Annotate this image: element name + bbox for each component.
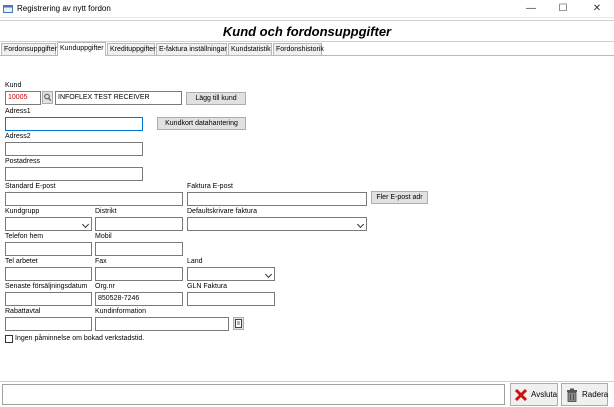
tab-kundstatistik[interactable]: Kundstatistik xyxy=(228,43,272,55)
invoice-email-field[interactable] xyxy=(187,192,367,206)
telefon-hem-field[interactable] xyxy=(5,242,92,256)
invoice-email-label: Faktura E-post xyxy=(187,183,233,190)
rabattavtal-field[interactable] xyxy=(5,317,92,331)
page-title: Kund och fordonsuppgifter xyxy=(222,24,392,39)
senaste-forsaljning-field[interactable] xyxy=(5,292,92,306)
customer-name-field[interactable]: INFOFLEX TEST RECEIVER xyxy=(55,91,182,105)
adress1-field[interactable] xyxy=(5,117,143,131)
standard-email-label: Standard E-post xyxy=(5,183,56,190)
kundinformation-field[interactable] xyxy=(95,317,229,331)
more-email-button[interactable]: Fler E-post adr xyxy=(371,191,428,204)
gln-label: GLN Faktura xyxy=(187,283,228,290)
default-printer-dropdown[interactable] xyxy=(187,217,367,231)
mobil-label: Mobil xyxy=(95,233,112,240)
mobil-field[interactable] xyxy=(95,242,183,256)
delete-label: Radera xyxy=(582,390,609,399)
close-label: Avsluta xyxy=(531,390,558,399)
kundinformation-edit-button[interactable] xyxy=(233,317,244,330)
rabattavtal-label: Rabattavtal xyxy=(5,308,41,315)
telefon-hem-label: Telefon hem xyxy=(5,233,44,240)
reminder-label: Ingen påminnelse om bokad verkstadstid. xyxy=(15,335,145,342)
postadress-label: Postadress xyxy=(5,158,41,165)
standard-email-field[interactable] xyxy=(5,192,183,206)
window-titlebar: Registrering av nytt fordon — ☐ ✕ xyxy=(0,0,614,18)
land-label: Land xyxy=(187,258,203,265)
status-field xyxy=(2,384,505,405)
tab-fordonsuppgifter[interactable]: Fordonsuppgifter xyxy=(1,43,57,55)
orgnr-label: Org.nr xyxy=(95,283,115,290)
tab-kredituppgifter[interactable]: Kredituppgifter xyxy=(107,43,156,55)
kund-label: Kund xyxy=(5,82,22,89)
app-icon xyxy=(3,4,13,14)
gln-field[interactable] xyxy=(187,292,275,306)
fax-label: Fax xyxy=(95,258,107,265)
tel-arbetet-field[interactable] xyxy=(5,267,92,281)
kundgrupp-dropdown[interactable] xyxy=(5,217,92,231)
land-dropdown[interactable] xyxy=(187,267,275,281)
tab-strip: Fordonsuppgifter Kunduppgifter Kreditupp… xyxy=(0,42,614,56)
senaste-forsaljning-label: Senaste försäljningsdatum xyxy=(5,283,88,290)
close-icon xyxy=(514,388,528,402)
customer-card-button[interactable]: Kundkort datahantering xyxy=(157,117,246,130)
distrikt-field[interactable] xyxy=(95,217,183,231)
kundgrupp-label: Kundgrupp xyxy=(5,208,40,215)
tab-efaktura[interactable]: E-faktura inställningar xyxy=(156,43,227,55)
delete-button[interactable]: Radera xyxy=(561,383,608,406)
customer-number-field[interactable]: 10005 xyxy=(5,91,41,105)
postadress-field[interactable] xyxy=(5,167,143,181)
window-title: Registrering av nytt fordon xyxy=(17,4,111,13)
tel-arbetet-label: Tel arbetet xyxy=(5,258,38,265)
maximize-button[interactable]: ☐ xyxy=(550,0,576,18)
orgnr-field[interactable]: 850528-7246 xyxy=(95,292,183,306)
distrikt-label: Distrikt xyxy=(95,208,117,215)
close-button[interactable]: Avsluta xyxy=(510,383,558,406)
bottom-bar: Avsluta Radera xyxy=(0,381,614,407)
page-header: Kund och fordonsuppgifter xyxy=(0,20,614,42)
adress2-field[interactable] xyxy=(5,142,143,156)
default-printer-label: Defaultskrivare faktura xyxy=(187,208,258,215)
tab-fordonshistorik[interactable]: Fordonshistorik xyxy=(273,43,324,55)
close-window-button[interactable]: ✕ xyxy=(584,0,610,18)
trash-icon xyxy=(565,388,579,402)
customer-lookup-button[interactable] xyxy=(42,91,53,104)
search-icon xyxy=(44,93,52,102)
adress1-label: Adress1 xyxy=(5,108,31,115)
reminder-checkbox[interactable] xyxy=(5,335,13,343)
tab-kunduppgifter[interactable]: Kunduppgifter xyxy=(57,42,106,56)
adress2-label: Adress2 xyxy=(5,133,31,140)
fax-field[interactable] xyxy=(95,267,183,281)
add-customer-button[interactable]: Lägg till kund xyxy=(186,92,246,105)
minimize-button[interactable]: — xyxy=(518,0,544,18)
kundinformation-label: Kundinformation xyxy=(95,308,146,315)
document-icon xyxy=(235,319,242,328)
